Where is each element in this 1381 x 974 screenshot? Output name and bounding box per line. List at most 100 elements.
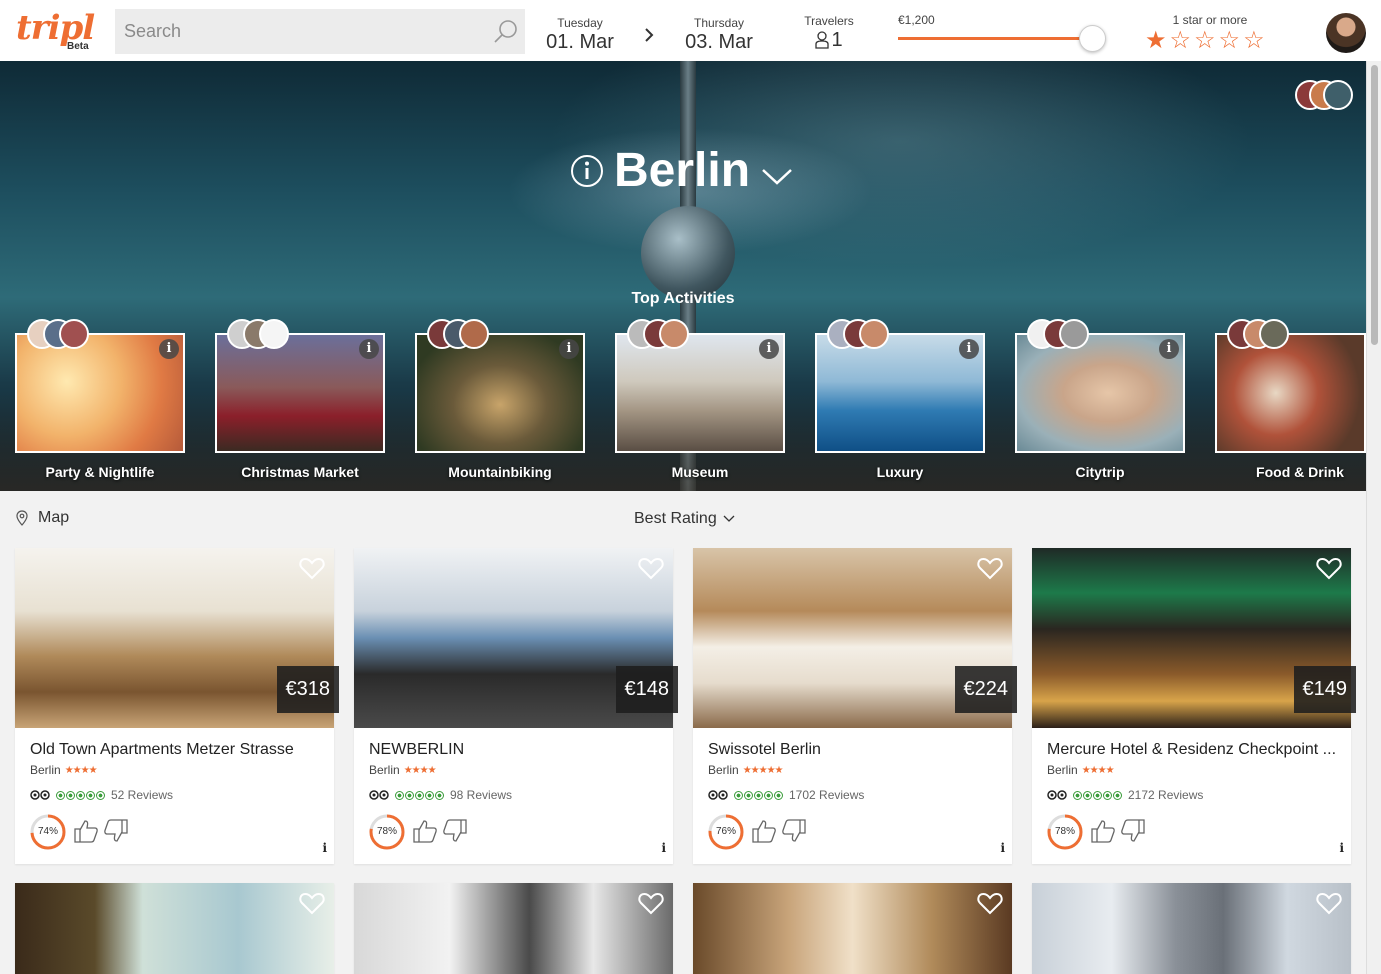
price-slider-track[interactable] bbox=[898, 37, 1081, 40]
thumbs-down-icon[interactable] bbox=[103, 818, 129, 844]
info-icon[interactable]: i bbox=[359, 339, 379, 359]
favorite-heart-icon[interactable] bbox=[977, 891, 1003, 915]
hotel-card[interactable] bbox=[1032, 883, 1351, 974]
travelers-picker[interactable]: Travelers 1 bbox=[799, 14, 859, 52]
activity-card[interactable]: i Citytrip bbox=[1015, 319, 1185, 480]
info-icon[interactable]: i bbox=[1339, 841, 1344, 855]
hotel-name[interactable]: Old Town Apartments Metzer Strasse bbox=[30, 741, 330, 759]
star-filter: ★ ☆ ☆ ☆ ☆ bbox=[1145, 29, 1265, 53]
info-icon[interactable]: i bbox=[661, 841, 666, 855]
hotel-name[interactable]: Mercure Hotel & Residenz Checkpoint ... bbox=[1047, 741, 1347, 759]
rating-dots bbox=[1073, 790, 1122, 800]
star-outline-icon[interactable]: ☆ bbox=[1194, 29, 1216, 53]
thumbs-up-icon[interactable] bbox=[73, 818, 99, 844]
activity-label: Christmas Market bbox=[241, 464, 359, 480]
activity-label: Museum bbox=[671, 464, 729, 480]
rating-dots bbox=[734, 790, 783, 800]
hotel-image bbox=[1032, 883, 1351, 974]
review-summary[interactable]: 2172 Reviews bbox=[1047, 788, 1203, 802]
thumbs-up-icon[interactable] bbox=[412, 818, 438, 844]
info-icon[interactable]: i bbox=[322, 841, 327, 855]
tripadvisor-owl-icon bbox=[1047, 790, 1067, 800]
thumbs-down-icon[interactable] bbox=[781, 818, 807, 844]
price-tag: €318 bbox=[276, 666, 339, 713]
hotel-card[interactable]: €148 NEWBERLIN Berlin ★★★★ 98 Reviews 78%… bbox=[354, 548, 678, 864]
info-icon[interactable] bbox=[570, 154, 604, 188]
sort-label: Best Rating bbox=[634, 510, 717, 527]
top-bar: tripl Beta Tuesday 01. Mar Thursday 03. … bbox=[0, 0, 1381, 61]
checkout-date[interactable]: Thursday 03. Mar bbox=[674, 16, 764, 54]
activity-card[interactable]: Food & Drink bbox=[1215, 319, 1366, 480]
info-icon[interactable]: i bbox=[1000, 841, 1005, 855]
price-tag: €149 bbox=[1293, 666, 1356, 713]
star-outline-icon[interactable]: ☆ bbox=[1170, 29, 1192, 53]
activity-card[interactable]: i Party & Nightlife bbox=[15, 319, 185, 480]
review-summary[interactable]: 52 Reviews bbox=[30, 788, 173, 802]
hotel-city: Berlin bbox=[30, 763, 61, 777]
info-icon[interactable]: i bbox=[759, 339, 779, 359]
activity-card[interactable]: i Luxury bbox=[815, 319, 985, 480]
review-summary[interactable]: 98 Reviews bbox=[369, 788, 512, 802]
search-icon[interactable] bbox=[493, 19, 519, 45]
activity-card[interactable]: i Christmas Market bbox=[215, 319, 385, 480]
info-icon[interactable]: i bbox=[559, 339, 579, 359]
star-outline-icon[interactable]: ☆ bbox=[1243, 29, 1265, 53]
info-icon[interactable]: i bbox=[959, 339, 979, 359]
hotel-card[interactable] bbox=[693, 883, 1012, 974]
favorite-heart-icon[interactable] bbox=[638, 556, 664, 580]
thumbs-down-icon[interactable] bbox=[442, 818, 468, 844]
thumbs-up-icon[interactable] bbox=[751, 818, 777, 844]
hero-user-avatars[interactable] bbox=[1295, 80, 1357, 110]
tripadvisor-owl-icon bbox=[369, 790, 389, 800]
star-outline-icon[interactable]: ☆ bbox=[1219, 29, 1241, 53]
logo[interactable]: tripl Beta bbox=[16, 8, 96, 54]
hotel-name[interactable]: NEWBERLIN bbox=[369, 741, 669, 759]
sort-dropdown[interactable]: Best Rating bbox=[634, 510, 735, 528]
checkin-date[interactable]: Tuesday 01. Mar bbox=[535, 16, 625, 54]
checkout-date-value: 03. Mar bbox=[685, 31, 753, 53]
match-score: 78% bbox=[376, 826, 397, 837]
chevron-down-icon[interactable] bbox=[760, 166, 794, 186]
price-limit-label: €1,200 bbox=[898, 13, 935, 27]
hotel-card[interactable]: €149 Mercure Hotel & Residenz Checkpoint… bbox=[1032, 548, 1356, 864]
price-slider-handle[interactable] bbox=[1079, 25, 1106, 52]
activity-label: Luxury bbox=[876, 464, 924, 480]
favorite-heart-icon[interactable] bbox=[977, 556, 1003, 580]
thumbs-up-icon[interactable] bbox=[1090, 818, 1116, 844]
search-input[interactable] bbox=[115, 9, 475, 54]
favorite-heart-icon[interactable] bbox=[638, 891, 664, 915]
review-count: 2172 Reviews bbox=[1128, 788, 1204, 802]
hotel-card[interactable]: €318 Old Town Apartments Metzer Strasse … bbox=[15, 548, 339, 864]
info-icon[interactable]: i bbox=[159, 339, 179, 359]
page-scrollbar[interactable] bbox=[1366, 61, 1381, 974]
activity-card[interactable]: i Mountainbiking bbox=[415, 319, 585, 480]
map-toggle[interactable]: Map bbox=[16, 509, 69, 527]
review-summary[interactable]: 1702 Reviews bbox=[708, 788, 864, 802]
favorite-heart-icon[interactable] bbox=[1316, 891, 1342, 915]
favorite-heart-icon[interactable] bbox=[299, 891, 325, 915]
activity-card[interactable]: i Museum bbox=[615, 319, 785, 480]
match-score: 76% bbox=[715, 826, 736, 837]
hotel-card[interactable] bbox=[354, 883, 673, 974]
activity-label: Mountainbiking bbox=[448, 464, 552, 480]
favorite-heart-icon[interactable] bbox=[299, 556, 325, 580]
hotel-name[interactable]: Swissotel Berlin bbox=[708, 741, 1008, 759]
user-avatar bbox=[1323, 80, 1353, 110]
price-tag: €148 bbox=[615, 666, 678, 713]
favorite-heart-icon[interactable] bbox=[1316, 556, 1342, 580]
star-filter-label: 1 star or more bbox=[1172, 13, 1248, 27]
hotel-image bbox=[15, 883, 334, 974]
hotel-card[interactable] bbox=[15, 883, 334, 974]
info-icon[interactable]: i bbox=[1159, 339, 1179, 359]
star-filled-icon[interactable]: ★ bbox=[1145, 29, 1167, 53]
scrollbar-thumb[interactable] bbox=[1371, 65, 1378, 345]
activity-label: Party & Nightlife bbox=[45, 464, 155, 480]
thumbs-down-icon[interactable] bbox=[1120, 818, 1146, 844]
destination-selector[interactable]: Berlin bbox=[570, 141, 794, 201]
user-avatar[interactable] bbox=[1326, 13, 1366, 53]
beta-badge: Beta bbox=[67, 41, 89, 52]
hotel-image bbox=[693, 883, 1012, 974]
hotel-card[interactable]: €224 Swissotel Berlin Berlin ★★★★★ 1702 R… bbox=[693, 548, 1017, 864]
tower-sphere bbox=[641, 206, 735, 300]
review-count: 52 Reviews bbox=[111, 788, 174, 802]
